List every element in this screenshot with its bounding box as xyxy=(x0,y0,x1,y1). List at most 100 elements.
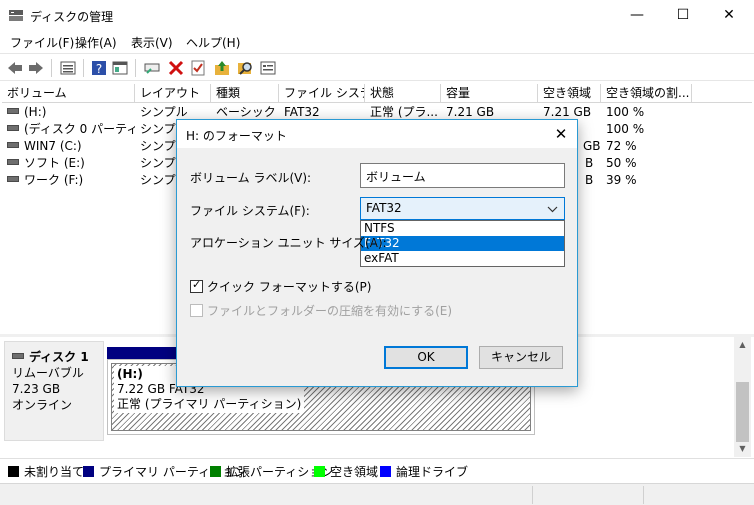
column-header-filesystem[interactable]: ファイル システム xyxy=(279,84,365,103)
volume-label-label: ボリューム ラベル(V): xyxy=(190,171,312,185)
forward-arrow-icon[interactable] xyxy=(27,59,45,77)
quick-format-checkbox[interactable]: ✓ xyxy=(190,278,203,293)
file-system-label: ファイル システム(F): xyxy=(190,204,310,218)
checkmark-icon: ✓ xyxy=(192,278,202,291)
disk-name: ディスク 1 xyxy=(29,350,89,364)
toolbar-separator xyxy=(51,59,52,77)
scrollbar-thumb[interactable] xyxy=(736,382,749,442)
check-icon[interactable] xyxy=(189,59,207,77)
legend-swatch xyxy=(314,466,325,477)
table-cell: ワーク (F:) xyxy=(24,173,84,187)
disk-size: 7.23 GB xyxy=(12,382,61,396)
compression-checkbox xyxy=(190,304,203,317)
menu-file[interactable]: ファイル(F) xyxy=(10,34,74,51)
drive-icon xyxy=(7,125,19,131)
up-folder-icon[interactable] xyxy=(213,59,231,77)
disk-management-icon xyxy=(9,10,23,21)
file-system-selected: FAT32 xyxy=(366,201,402,215)
status-cell xyxy=(532,486,533,504)
legend-item-free: 空き領域 xyxy=(314,463,378,480)
status-cell xyxy=(643,486,644,504)
compression-option: ファイルとフォルダーの圧縮を有効にする(E) xyxy=(190,302,452,319)
properties-icon[interactable] xyxy=(111,59,129,77)
maximize-button[interactable]: ☐ xyxy=(660,0,706,31)
menu-bar: ファイル(F) 操作(A) 表示(V) ヘルプ(H) xyxy=(0,31,754,53)
column-header-layout[interactable]: レイアウト xyxy=(135,84,211,103)
legend-swatch xyxy=(210,466,221,477)
menu-help[interactable]: ヘルプ(H) xyxy=(186,34,240,51)
connect-icon[interactable] xyxy=(143,59,161,77)
column-header-capacity[interactable]: 容量 xyxy=(441,84,538,103)
disk-status: オンライン xyxy=(12,398,73,412)
search-icon[interactable] xyxy=(236,59,254,77)
window-title: ディスクの管理 xyxy=(30,10,114,24)
quick-format-label: クイック フォーマットする(P) xyxy=(207,280,372,294)
close-button[interactable]: ✕ xyxy=(706,0,752,31)
dialog-title: H: のフォーマット xyxy=(186,129,287,143)
column-header-free-percent[interactable]: 空き領域の割... xyxy=(601,84,692,103)
volume-list-header: ボリューム レイアウト 種類 ファイル システム 状態 容量 空き領域 空き領域… xyxy=(2,84,752,103)
help-icon[interactable]: ? xyxy=(90,59,108,77)
quick-format-option[interactable]: ✓ クイック フォーマットする(P) xyxy=(190,278,371,295)
ok-button[interactable]: OK xyxy=(384,346,468,369)
table-cell: 50 % xyxy=(606,156,637,170)
table-cell: 72 % xyxy=(606,139,637,153)
toolbar-separator xyxy=(135,59,136,77)
legend-item-unallocated: 未割り当て xyxy=(8,463,84,480)
list-view-icon[interactable] xyxy=(59,59,77,77)
scroll-up-icon[interactable]: ▲ xyxy=(734,340,751,349)
cancel-button[interactable]: キャンセル xyxy=(479,346,563,369)
svg-text:?: ? xyxy=(96,62,102,76)
legend: 未割り当て プライマリ パーティション 拡張パーティション 空き領域 論理ドライ… xyxy=(0,458,754,480)
table-cell: (H:) xyxy=(24,105,47,119)
table-cell: B xyxy=(585,156,594,170)
drive-icon xyxy=(7,159,19,165)
drive-icon xyxy=(7,176,19,182)
table-cell: 100 % xyxy=(606,122,645,136)
table-cell: WIN7 (C:) xyxy=(24,139,82,153)
dropdown-option-fat32[interactable]: FAT32 xyxy=(361,236,564,251)
scroll-down-icon[interactable]: ▼ xyxy=(734,444,751,453)
column-header-volume[interactable]: ボリューム xyxy=(2,84,135,103)
column-header-status[interactable]: 状態 xyxy=(365,84,441,103)
allocation-unit-label: アロケーション ユニット サイズ(A): xyxy=(190,236,387,250)
dialog-close-button[interactable]: ✕ xyxy=(545,120,577,148)
table-cell: 39 % xyxy=(606,173,637,187)
legend-swatch xyxy=(8,466,19,477)
table-cell: GB xyxy=(583,139,601,153)
partition-status: 正常 (プライマリ パーティション) xyxy=(117,397,302,411)
table-cell: B xyxy=(585,173,594,187)
table-cell: 100 % xyxy=(606,105,645,119)
drive-icon xyxy=(12,353,24,359)
file-system-select[interactable]: FAT32 xyxy=(360,197,565,220)
delete-icon[interactable] xyxy=(167,59,185,77)
back-arrow-icon[interactable] xyxy=(6,59,24,77)
column-header-type[interactable]: 種類 xyxy=(211,84,279,103)
legend-swatch xyxy=(83,466,94,477)
disk-type: リムーバブル xyxy=(12,366,84,380)
drive-icon xyxy=(7,108,19,114)
toolbar: ? xyxy=(0,53,754,81)
drive-icon xyxy=(7,142,19,148)
dialog-title-bar: H: のフォーマット ✕ xyxy=(177,120,577,148)
console-icon[interactable] xyxy=(259,59,277,77)
legend-item-logical: 論理ドライブ xyxy=(380,463,468,480)
dropdown-option-ntfs[interactable]: NTFS xyxy=(361,221,564,236)
dropdown-option-exfat[interactable]: exFAT xyxy=(361,251,564,266)
menu-view[interactable]: 表示(V) xyxy=(131,34,173,51)
legend-swatch xyxy=(380,466,391,477)
status-bar xyxy=(0,483,754,505)
file-system-dropdown: NTFS FAT32 exFAT xyxy=(360,220,565,267)
minimize-button[interactable]: — xyxy=(614,0,660,31)
compression-label: ファイルとフォルダーの圧縮を有効にする(E) xyxy=(207,304,453,318)
chevron-down-icon xyxy=(547,206,558,213)
menu-action[interactable]: 操作(A) xyxy=(75,34,117,51)
table-cell: (ディスク 0 パーティシ... xyxy=(24,122,135,136)
disk-view-scrollbar[interactable]: ▲ ▼ xyxy=(734,337,751,457)
table-cell: ソフト (E:) xyxy=(24,156,85,170)
toolbar-separator xyxy=(83,59,84,77)
disk-info-panel[interactable]: ディスク 1 リムーバブル 7.23 GB オンライン xyxy=(4,341,104,441)
volume-label-input[interactable]: ボリューム xyxy=(360,163,565,188)
format-dialog: H: のフォーマット ✕ ボリューム ラベル(V): ボリューム ファイル シス… xyxy=(176,119,578,387)
column-header-free-space[interactable]: 空き領域 xyxy=(538,84,601,103)
